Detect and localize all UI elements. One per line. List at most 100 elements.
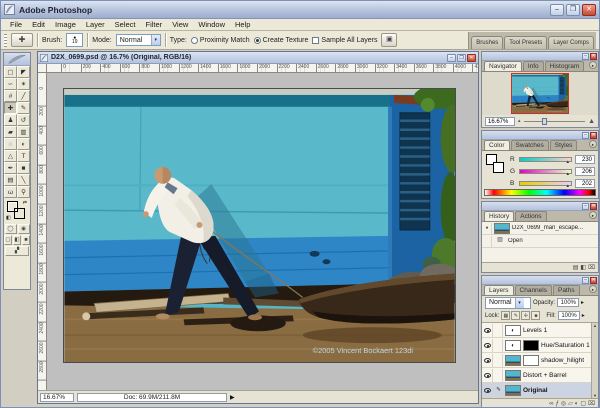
layers-scrollbar[interactable]: ▲ ▼ bbox=[591, 323, 598, 398]
doc-close-button[interactable]: ✕ bbox=[467, 54, 476, 62]
layer-row-hue-saturation[interactable]: ◐ Hue/Saturation 1 bbox=[482, 338, 598, 353]
layer-row-original[interactable]: ✎ Original bbox=[482, 383, 598, 398]
maximize-button[interactable]: ❐ bbox=[566, 4, 580, 16]
palette-minimize-button[interactable]: ‒ bbox=[582, 203, 589, 210]
tool-lasso[interactable]: ∽ bbox=[4, 78, 17, 90]
swap-colors-icon[interactable]: ⇄ bbox=[23, 200, 27, 206]
close-button[interactable]: ✕ bbox=[582, 4, 596, 16]
palette-menu-button[interactable]: ▸ bbox=[589, 61, 597, 69]
palette-minimize-button[interactable]: ‒ bbox=[582, 277, 589, 284]
history-brush-source-cell[interactable] bbox=[483, 236, 492, 247]
doc-maximize-button[interactable]: ❐ bbox=[457, 54, 466, 62]
tab-layers[interactable]: Layers bbox=[484, 285, 514, 295]
brush-preset-picker[interactable]: ● 19 bbox=[66, 33, 83, 47]
palette-well-tab-layer-comps[interactable]: Layer Comps bbox=[548, 36, 594, 49]
dropdown-arrow-icon[interactable]: ▾ bbox=[151, 35, 160, 45]
zoom-percentage-field[interactable]: 16.67% bbox=[40, 393, 74, 402]
mode-button-standard-mode[interactable]: ◯ bbox=[5, 224, 17, 234]
layer-thumbnail[interactable] bbox=[505, 370, 521, 381]
radio-proximity-match[interactable]: Proximity Match bbox=[191, 37, 250, 44]
blue-slider[interactable]: ▴ bbox=[519, 181, 572, 186]
layers-button-layer-mask[interactable]: ◎ bbox=[561, 400, 566, 408]
tab-navigator[interactable]: Navigator bbox=[484, 61, 522, 71]
tool-crop[interactable]: # bbox=[4, 90, 17, 102]
palette-minimize-button[interactable]: ‒ bbox=[582, 53, 589, 60]
radio-icon[interactable] bbox=[191, 37, 198, 44]
link-cell[interactable] bbox=[495, 354, 503, 367]
zoom-in-icon[interactable]: ▲ bbox=[588, 118, 595, 125]
layer-name[interactable]: Levels 1 bbox=[523, 327, 590, 334]
green-value-field[interactable]: 206 bbox=[575, 167, 595, 176]
tab-channels[interactable]: Channels bbox=[515, 285, 552, 295]
tool-type[interactable]: T bbox=[17, 150, 30, 162]
palette-well-tab-brushes[interactable]: Brushes bbox=[471, 36, 503, 49]
zoom-out-icon[interactable]: ▴ bbox=[518, 118, 521, 124]
tab-color[interactable]: Color bbox=[484, 140, 510, 150]
menu-item-file[interactable]: File bbox=[5, 20, 27, 29]
tab-histogram[interactable]: Histogram bbox=[545, 61, 585, 71]
link-cell[interactable] bbox=[495, 369, 503, 382]
layer-name[interactable]: Original bbox=[523, 387, 590, 394]
palette-menu-button[interactable]: ▸ bbox=[589, 285, 597, 293]
menu-item-window[interactable]: Window bbox=[193, 20, 230, 29]
tool-shape[interactable]: ■ bbox=[17, 162, 30, 174]
snapshot-thumbnail[interactable] bbox=[494, 223, 510, 234]
radio-create-texture[interactable]: Create Texture bbox=[254, 37, 309, 44]
adjustment-layer-thumbnail[interactable]: ◐ bbox=[505, 340, 521, 351]
tool-move[interactable]: ◤ bbox=[17, 66, 30, 78]
navigator-zoom-field[interactable]: 16.67% bbox=[485, 117, 515, 126]
palette-title-bar[interactable]: ‒ ✕ bbox=[482, 202, 598, 211]
palette-minimize-button[interactable]: ‒ bbox=[582, 132, 589, 139]
layers-button-link-layers[interactable]: ∞ bbox=[549, 400, 553, 408]
canvas-area[interactable]: ©2005 Vincent Bockaert 123di bbox=[47, 73, 478, 390]
snapshot-name[interactable]: D2X_0699_man_escape... bbox=[512, 225, 597, 231]
file-browser-button[interactable]: ▣ bbox=[381, 33, 397, 47]
radio-icon[interactable] bbox=[254, 37, 261, 44]
palette-menu-button[interactable]: ▸ bbox=[589, 211, 597, 219]
minimize-button[interactable]: ‒ bbox=[550, 4, 564, 16]
layers-button-new-group[interactable]: ▱ bbox=[568, 400, 573, 408]
lock-button-lock-transparency[interactable]: ▦ bbox=[501, 311, 510, 320]
palette-close-button[interactable]: ✕ bbox=[590, 53, 597, 60]
red-value-field[interactable]: 230 bbox=[575, 155, 595, 164]
palette-close-button[interactable]: ✕ bbox=[590, 203, 597, 210]
healing-brush-tool-icon[interactable]: ✚ bbox=[11, 33, 33, 47]
color-background-swatch[interactable] bbox=[493, 162, 504, 173]
layer-row-levels[interactable]: ◐ Levels 1 bbox=[482, 323, 598, 338]
eye-icon[interactable] bbox=[484, 373, 491, 378]
palette-title-bar[interactable]: ‒ ✕ bbox=[482, 276, 598, 285]
link-cell[interactable] bbox=[495, 339, 503, 352]
toolbox-header[interactable] bbox=[4, 53, 30, 66]
eye-icon[interactable] bbox=[484, 343, 491, 348]
checkbox-sample-all-layers[interactable]: Sample All Layers bbox=[312, 37, 377, 44]
zoom-slider-thumb[interactable] bbox=[542, 118, 547, 125]
layer-mask-thumbnail[interactable] bbox=[523, 355, 539, 366]
checkbox-icon[interactable] bbox=[312, 37, 319, 44]
eye-icon[interactable] bbox=[484, 388, 491, 393]
red-slider[interactable]: ▴ bbox=[519, 157, 572, 162]
tool-brush[interactable]: ✎ bbox=[17, 102, 30, 114]
palette-close-button[interactable]: ✕ bbox=[590, 277, 597, 284]
menu-item-layer[interactable]: Layer bbox=[81, 20, 110, 29]
tool-zoom[interactable]: ⚲ bbox=[17, 186, 30, 198]
layers-button-new-layer[interactable]: ▢ bbox=[580, 400, 586, 408]
blue-value-field[interactable]: 202 bbox=[575, 179, 595, 188]
palette-close-button[interactable]: ✕ bbox=[590, 132, 597, 139]
eye-icon[interactable] bbox=[484, 328, 491, 333]
tool-history-brush[interactable]: ↺ bbox=[17, 114, 30, 126]
palette-well-tab-tool-presets[interactable]: Tool Presets bbox=[504, 36, 547, 49]
tab-paths[interactable]: Paths bbox=[553, 285, 580, 295]
menu-item-edit[interactable]: Edit bbox=[27, 20, 50, 29]
tab-info[interactable]: Info bbox=[523, 61, 544, 71]
history-step-name[interactable]: Open bbox=[508, 238, 597, 244]
tool-hand[interactable]: ω bbox=[4, 186, 17, 198]
tool-magic-wand[interactable]: ✶ bbox=[17, 78, 30, 90]
layer-row-distort-barrel[interactable]: Distort + Barrel bbox=[482, 368, 598, 383]
history-brush-source-cell[interactable]: ● bbox=[483, 223, 492, 234]
tool-pen[interactable]: ✒ bbox=[4, 162, 17, 174]
fill-arrow-icon[interactable]: ▸ bbox=[582, 312, 585, 319]
lock-button-lock-image[interactable]: ✎ bbox=[511, 311, 520, 320]
menu-item-image[interactable]: Image bbox=[50, 20, 81, 29]
layer-thumbnail[interactable] bbox=[505, 355, 521, 366]
tool-dodge[interactable]: ◐ bbox=[17, 138, 30, 150]
